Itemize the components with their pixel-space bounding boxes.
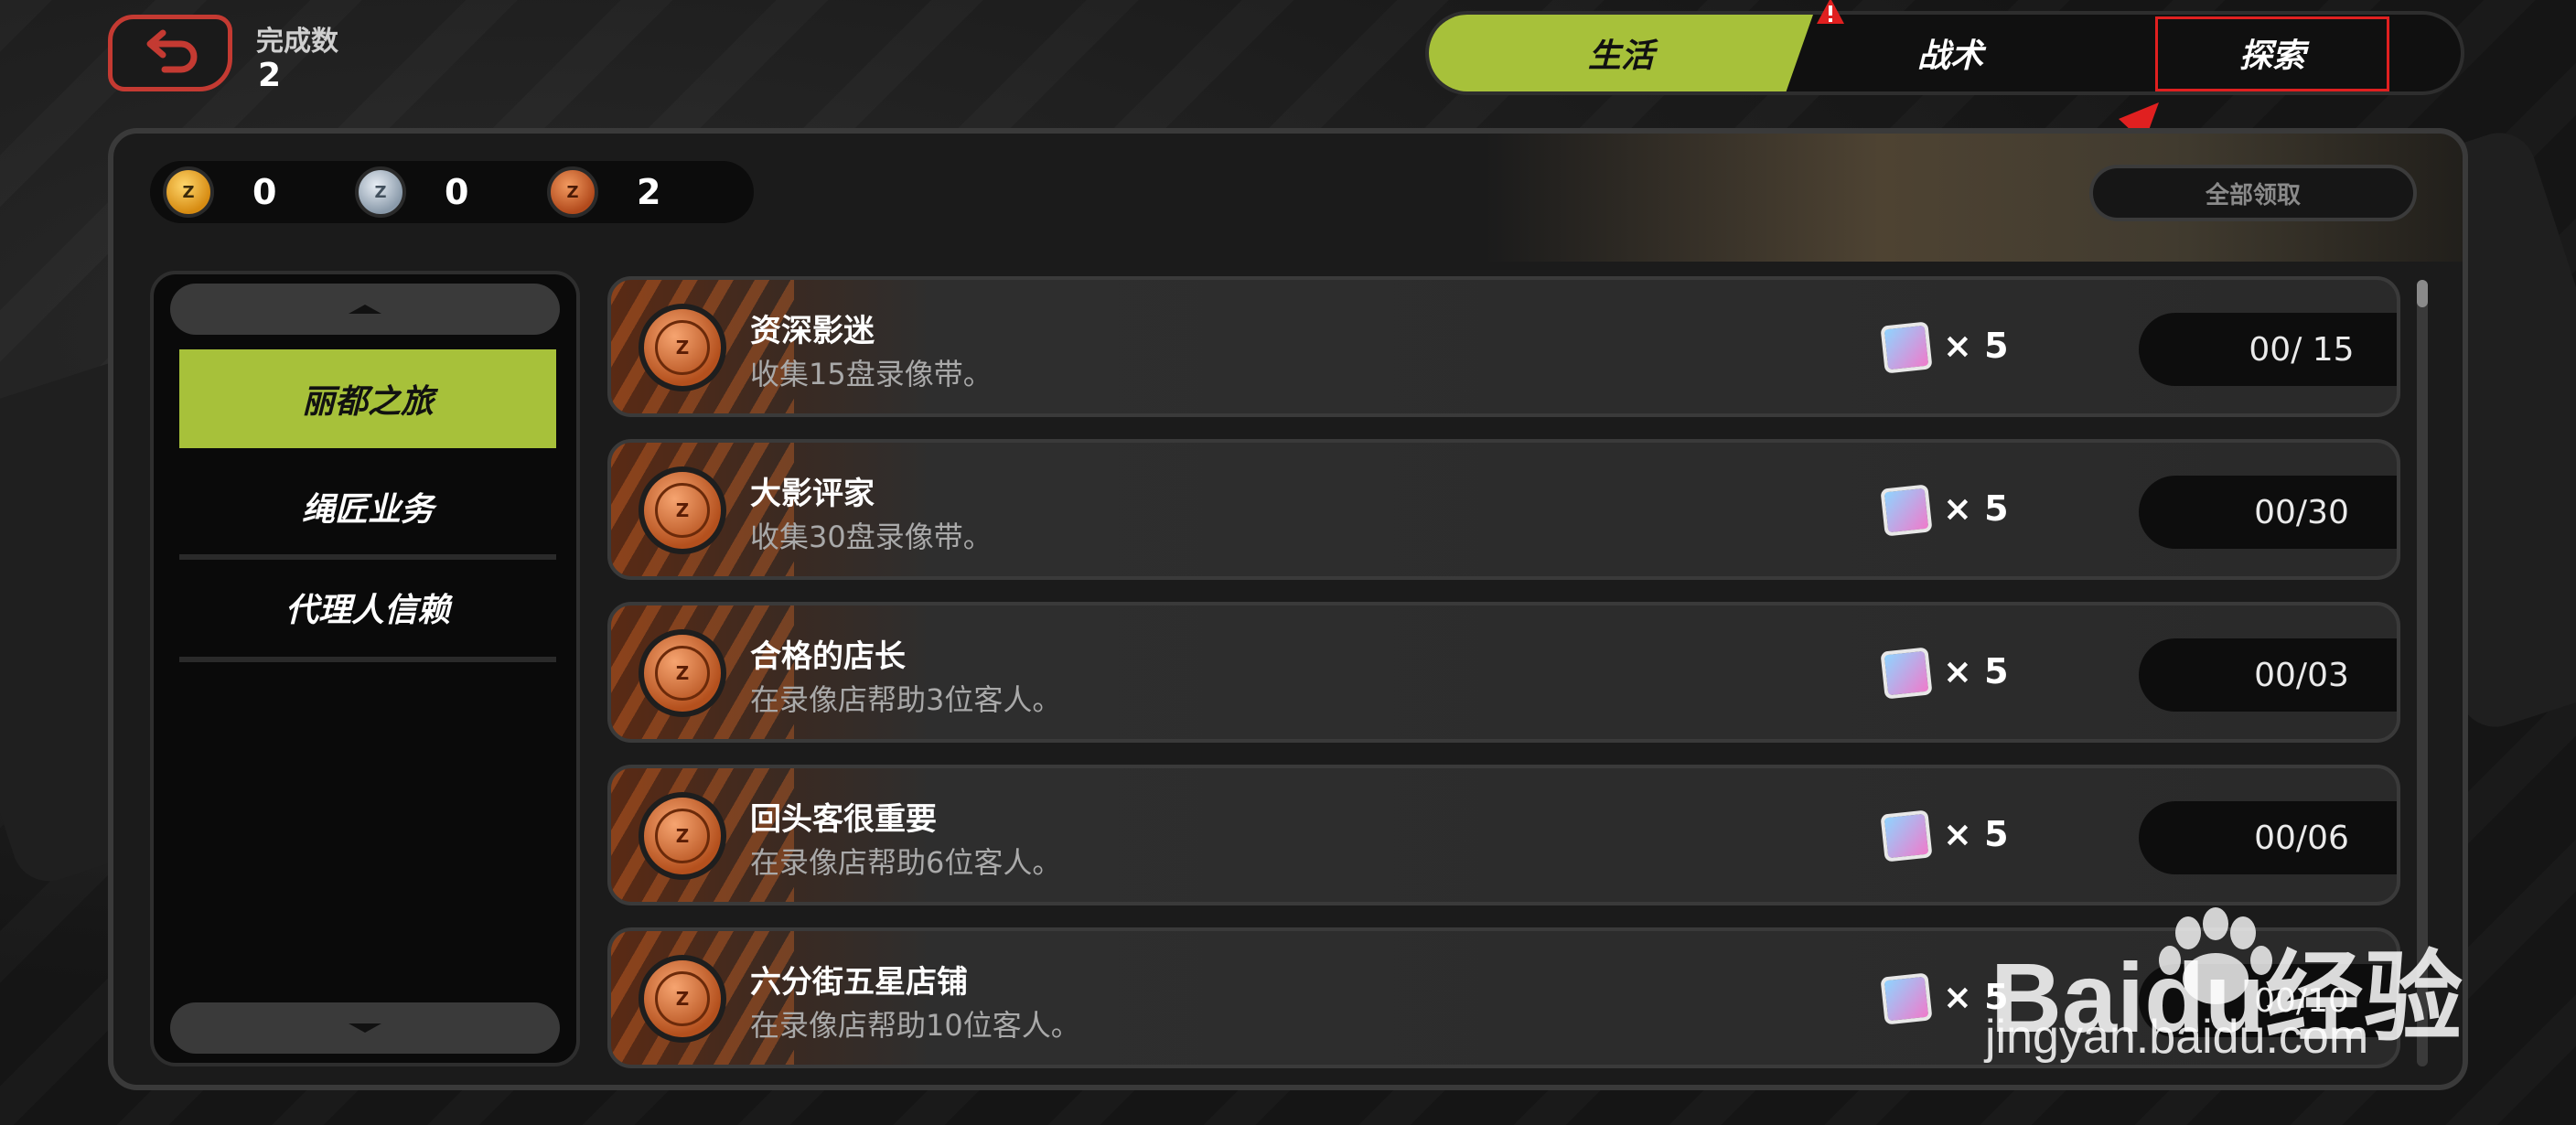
quest-row[interactable]: Z 资深影迷 收集15盘录像带。 × 5 00/ 15: [607, 276, 2400, 417]
divider: [179, 657, 556, 662]
sidebar-item-agent-trust[interactable]: 代理人信赖: [179, 558, 556, 657]
quest-progress: 00/03: [2139, 638, 2397, 712]
sidebar: 丽都之旅 绳匠业务 代理人信赖: [150, 271, 580, 1066]
videotape-icon: [1880, 809, 1933, 862]
videotape-icon: [1880, 484, 1933, 537]
chevron-down-icon: [349, 1023, 381, 1033]
scroll-up-button[interactable]: [170, 284, 560, 335]
reward-count: × 5: [1943, 326, 2009, 366]
quest-title: 六分街五星店铺: [750, 964, 968, 1001]
quest-description: 收集30盘录像带。: [750, 520, 993, 554]
currency-gold: Z 0: [163, 166, 276, 218]
quest-description: 收集15盘录像带。: [750, 357, 993, 391]
quest-row[interactable]: Z 合格的店长 在录像店帮助3位客人。 × 5 00/03: [607, 602, 2400, 743]
videotape-icon: [1880, 647, 1933, 700]
highlight-box: [2155, 16, 2389, 91]
quest-description: 在录像店帮助6位客人。: [750, 845, 1062, 880]
back-button[interactable]: [108, 15, 232, 91]
bronze-medal-icon: Z: [639, 792, 726, 880]
quest-description: 在录像店帮助10位客人。: [750, 1008, 1080, 1043]
complete-count-label: 完成数: [256, 26, 338, 58]
quest-progress: 00/30: [2139, 476, 2397, 549]
currency-bar: Z 0 Z 0 Z 2: [150, 161, 754, 223]
complete-count-value: 2: [258, 57, 282, 94]
quest-title: 资深影迷: [750, 313, 875, 349]
sidebar-item-rope-business[interactable]: 绳匠业务: [179, 457, 556, 556]
quest-title: 回头客很重要: [750, 801, 937, 838]
videotape-icon: [1880, 972, 1933, 1025]
bronze-medal-icon: Z: [639, 629, 726, 717]
bronze-count: 2: [637, 172, 661, 212]
bronze-medal-icon: Z: [547, 166, 598, 218]
quest-row[interactable]: Z 大影评家 收集30盘录像带。 × 5 00/30: [607, 439, 2400, 580]
gold-medal-icon: Z: [163, 166, 214, 218]
quest-progress: 00/06: [2139, 801, 2397, 874]
back-arrow-icon: [146, 29, 198, 73]
claim-all-button[interactable]: 全部领取: [2089, 165, 2417, 221]
sidebar-item-lidu-trip[interactable]: 丽都之旅: [179, 349, 556, 448]
quest-progress: 00/ 15: [2139, 313, 2397, 386]
silver-count: 0: [445, 172, 469, 212]
silver-medal-icon: Z: [355, 166, 406, 218]
scroll-down-button[interactable]: [170, 1002, 560, 1054]
scrollbar-thumb[interactable]: [2417, 280, 2428, 307]
watermark-url: jingyan.baidu.com: [1985, 1011, 2369, 1064]
chevron-up-icon: [349, 305, 381, 314]
reward-count: × 5: [1943, 651, 2009, 691]
currency-bronze: Z 2: [547, 166, 660, 218]
quest-row[interactable]: Z 回头客很重要 在录像店帮助6位客人。 × 5 00/06: [607, 765, 2400, 905]
currency-silver: Z 0: [355, 166, 468, 218]
quest-title: 大影评家: [750, 476, 875, 512]
bronze-medal-icon: Z: [639, 304, 726, 391]
alert-icon: [1817, 0, 1844, 24]
quest-title: 合格的店长: [750, 638, 906, 675]
tab-life[interactable]: 生活: [1429, 15, 1813, 91]
gold-count: 0: [252, 172, 277, 212]
quest-description: 在录像店帮助3位客人。: [750, 682, 1062, 717]
bronze-medal-icon: Z: [639, 466, 726, 554]
videotape-icon: [1880, 321, 1933, 374]
reward-count: × 5: [1943, 814, 2009, 854]
bronze-medal-icon: Z: [639, 955, 726, 1043]
reward-count: × 5: [1943, 488, 2009, 529]
